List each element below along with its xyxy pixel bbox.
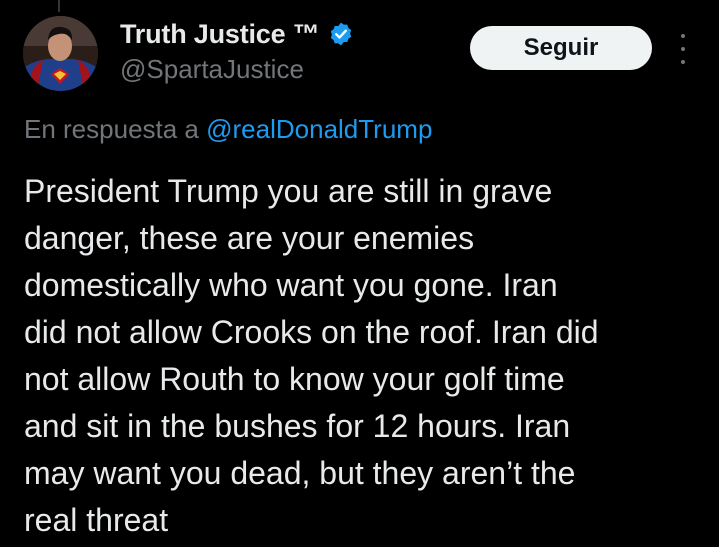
- superman-avatar-icon: [23, 16, 98, 91]
- more-dot: [681, 47, 685, 51]
- verified-badge-icon: [328, 21, 354, 47]
- author-header: Truth Justice ™ @SpartaJustice: [120, 18, 354, 85]
- author-name-row: Truth Justice ™: [120, 18, 354, 50]
- reply-mention-link[interactable]: @realDonaldTrump: [206, 114, 432, 144]
- more-dot: [681, 60, 685, 64]
- reply-prefix: En respuesta a: [24, 114, 207, 144]
- tweet-text: President Trump you are still in grave d…: [24, 173, 599, 538]
- avatar[interactable]: [23, 16, 98, 91]
- thread-connector-line: [58, 0, 60, 12]
- author-handle[interactable]: @SpartaJustice: [120, 54, 354, 85]
- reply-context: En respuesta a @realDonaldTrump: [24, 114, 432, 145]
- follow-button[interactable]: Seguir: [470, 26, 652, 70]
- author-display-name[interactable]: Truth Justice ™: [120, 19, 320, 50]
- more-dot: [681, 34, 685, 38]
- more-vertical-icon[interactable]: [672, 34, 694, 64]
